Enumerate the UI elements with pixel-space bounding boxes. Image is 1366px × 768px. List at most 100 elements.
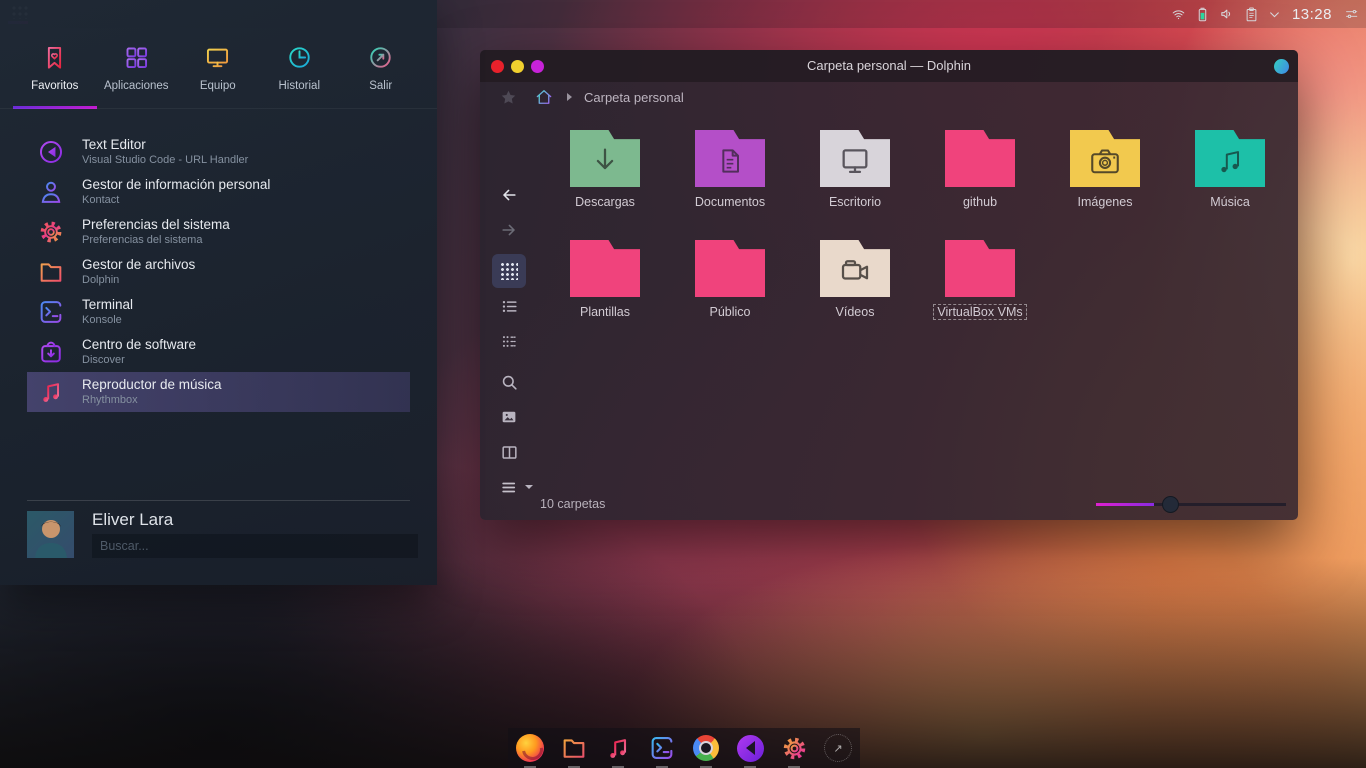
- tab-label: Historial: [278, 80, 321, 92]
- home-icon[interactable]: [534, 87, 554, 107]
- tab-label: Favoritos: [31, 80, 79, 92]
- compact-view-button[interactable]: [492, 324, 526, 358]
- menu-item-title: Preferencias del sistema: [82, 217, 230, 233]
- window-titlebar[interactable]: Carpeta personal — Dolphin: [480, 50, 1298, 82]
- vscode-icon: [39, 140, 63, 164]
- vscode-icon: [736, 734, 764, 762]
- dolphin-window: Carpeta personal — Dolphin Carpeta perso…: [480, 50, 1298, 520]
- clock-icon: [289, 47, 310, 68]
- status-bar: 10 carpetas: [480, 490, 1298, 520]
- gear-icon: [783, 737, 805, 759]
- music-notes-icon: [610, 739, 627, 758]
- folder-label: Descargas: [575, 195, 635, 209]
- menu-item-subtitle: Kontact: [82, 193, 120, 206]
- chevron-down-icon[interactable]: [1268, 8, 1281, 21]
- menu-item-dolphin[interactable]: Gestor de archivos Dolphin: [27, 252, 410, 292]
- folder-item-github[interactable]: github: [920, 130, 1040, 211]
- folder-item-imagenes[interactable]: Imágenes: [1045, 130, 1165, 211]
- network-wifi-icon[interactable]: [1170, 7, 1187, 22]
- clock[interactable]: 13:28: [1290, 6, 1334, 23]
- folder-icon: [570, 130, 640, 187]
- folder-label: Público: [709, 305, 751, 319]
- split-view-button[interactable]: [492, 435, 526, 469]
- preview-button[interactable]: [492, 400, 526, 434]
- folder-item-publico[interactable]: Público: [670, 240, 790, 321]
- favorite-star-icon[interactable]: [500, 89, 517, 106]
- dock-item-terminal[interactable]: [646, 732, 678, 768]
- menu-item-rhythmbox[interactable]: Reproductor de música Rhythmbox: [27, 372, 410, 412]
- dock-item-firefox[interactable]: [514, 732, 546, 768]
- menu-item-subtitle: Visual Studio Code - URL Handler: [82, 153, 249, 166]
- folder-item-escritorio[interactable]: Escritorio: [795, 130, 915, 211]
- folder-item-videos[interactable]: Vídeos: [795, 240, 915, 321]
- firefox-icon: [516, 734, 544, 762]
- search-input[interactable]: [92, 534, 418, 558]
- menu-item-preferencias[interactable]: Preferencias del sistema Preferencias de…: [27, 212, 410, 252]
- menu-item-kontact[interactable]: Gestor de información personal Kontact: [27, 172, 410, 212]
- menu-item-discover[interactable]: Centro de software Discover: [27, 332, 410, 372]
- folder-icon: [1070, 130, 1140, 187]
- music-notes-icon: [43, 383, 59, 402]
- folder-item-musica[interactable]: Música: [1170, 130, 1290, 211]
- window-title: Carpeta personal — Dolphin: [806, 58, 972, 73]
- application-launcher-menu: Favoritos Aplicaciones Equipo Historial: [0, 0, 437, 585]
- forward-arrow-icon: [502, 224, 515, 236]
- dock-item-chrome[interactable]: [690, 732, 722, 768]
- user-avatar[interactable]: [27, 511, 74, 558]
- video-camera-glyph-icon: [841, 259, 869, 280]
- tab-aplicaciones[interactable]: Aplicaciones: [96, 36, 178, 106]
- folder-item-documentos[interactable]: Documentos: [670, 130, 790, 211]
- clipboard-icon[interactable]: [1244, 6, 1259, 23]
- menu-item-terminal[interactable]: Terminal Konsole: [27, 292, 410, 332]
- dock-item-session[interactable]: ↗: [822, 732, 854, 764]
- menu-item-title: Centro de software: [82, 337, 197, 353]
- battery-icon[interactable]: [1196, 6, 1209, 23]
- list-view-button[interactable]: [492, 289, 526, 323]
- folder-item-plantillas[interactable]: Plantillas: [545, 240, 665, 321]
- dock-item-settings[interactable]: [778, 732, 810, 768]
- menu-item-text-editor[interactable]: Text Editor Visual Studio Code - URL Han…: [27, 132, 410, 172]
- forward-button[interactable]: [492, 213, 526, 247]
- image-preview-icon: [502, 411, 516, 423]
- menu-item-subtitle: Konsole: [82, 313, 122, 326]
- window-accent-button[interactable]: [1274, 58, 1289, 74]
- menu-item-title: Gestor de información personal: [82, 177, 271, 193]
- folder-icon: [563, 739, 585, 758]
- menu-item-title: Reproductor de música: [82, 377, 222, 393]
- zoom-slider[interactable]: [1096, 496, 1286, 513]
- search-icon: [502, 375, 517, 390]
- breadcrumb-caret-icon: [567, 93, 572, 101]
- dock: ↗: [508, 728, 860, 768]
- zoom-slider-handle[interactable]: [1162, 496, 1179, 513]
- volume-icon[interactable]: [1218, 6, 1235, 22]
- tab-historial[interactable]: Historial: [259, 36, 341, 106]
- folder-label: VirtualBox VMs: [933, 304, 1027, 320]
- folder-icon: [820, 130, 890, 187]
- monitor-glyph-icon: [842, 149, 868, 173]
- tab-equipo[interactable]: Equipo: [177, 36, 259, 106]
- folder-icon: [945, 240, 1015, 297]
- dock-item-file-manager[interactable]: [558, 732, 590, 768]
- session-icon: ↗: [824, 734, 852, 762]
- grid-view-button[interactable]: [492, 254, 526, 288]
- breadcrumb-location[interactable]: Carpeta personal: [584, 90, 684, 105]
- search-button[interactable]: [492, 365, 526, 399]
- folder-label: github: [962, 195, 998, 209]
- folder-label: Escritorio: [828, 195, 882, 209]
- dock-item-music-player[interactable]: [602, 732, 634, 768]
- breadcrumb-bar: Carpeta personal: [480, 82, 1298, 112]
- tune-settings-icon[interactable]: [1343, 7, 1360, 21]
- logout-arrow-icon: [370, 47, 391, 68]
- compact-view-icon: [502, 335, 516, 347]
- tab-favoritos[interactable]: Favoritos: [14, 36, 96, 106]
- tab-salir[interactable]: Salir: [340, 36, 422, 106]
- folder-label: Plantillas: [579, 305, 631, 319]
- folder-icon: [945, 130, 1015, 187]
- status-text: 10 carpetas: [540, 497, 606, 511]
- dock-item-vscode[interactable]: [734, 732, 766, 768]
- folder-item-virtualbox-vms[interactable]: VirtualBox VMs: [920, 240, 1040, 321]
- bag-download-icon: [41, 341, 61, 363]
- tab-label: Aplicaciones: [103, 80, 169, 92]
- back-button[interactable]: [492, 178, 526, 212]
- folder-item-descargas[interactable]: Descargas: [545, 130, 665, 211]
